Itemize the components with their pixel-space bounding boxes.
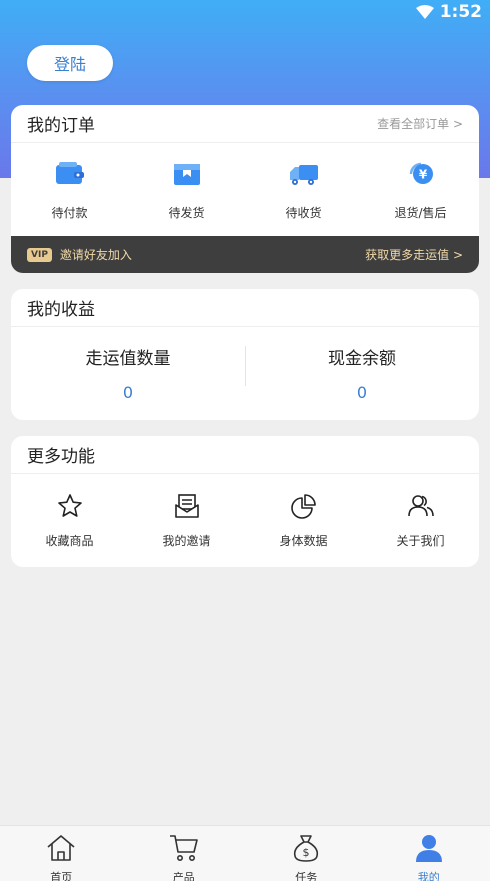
- earning-value: 0: [356, 383, 368, 402]
- earning-cash[interactable]: 现金余额 0: [245, 344, 479, 402]
- tab-label: 我的: [417, 871, 440, 881]
- tab-label: 首页: [50, 871, 73, 881]
- vip-badge: VIP: [27, 247, 52, 262]
- svg-text:$: $: [303, 846, 310, 859]
- tab-label: 任务: [295, 871, 318, 881]
- vip-invite-bar[interactable]: VIP 邀请好友加入 获取更多走运值 >: [11, 236, 479, 273]
- earnings-card: 我的收益 走运值数量 0 现金余额 0: [11, 289, 479, 420]
- pie-chart-icon: [290, 492, 318, 524]
- more-label: 我的邀请: [162, 533, 211, 548]
- earning-label: 现金余额: [328, 349, 396, 369]
- bottom-tab-bar: 首页 产品 $ 任务 我的: [0, 825, 490, 881]
- earning-points[interactable]: 走运值数量 0: [11, 344, 245, 402]
- favorites-item[interactable]: 收藏商品: [11, 492, 128, 549]
- tab-label: 产品: [172, 871, 195, 881]
- tab-tasks[interactable]: $ 任务: [245, 826, 368, 881]
- more-title: 更多功能: [27, 447, 95, 467]
- earning-value: 0: [122, 383, 134, 402]
- earning-label: 走运值数量: [85, 349, 171, 369]
- status-time: 1:52: [439, 2, 482, 22]
- orders-card: 我的订单 查看全部订单 > 待付款 待发货 待收货 ¥ 退货/售后 VIP 邀请…: [11, 105, 479, 273]
- package-icon: [171, 158, 203, 194]
- view-all-orders-link[interactable]: 查看全部订单 >: [377, 115, 463, 132]
- order-pending-shipment[interactable]: 待发货: [128, 158, 245, 221]
- person-icon: [413, 832, 445, 868]
- login-button[interactable]: 登陆: [27, 45, 113, 81]
- invitations-item[interactable]: 我的邀请: [128, 492, 245, 549]
- money-bag-icon: $: [290, 832, 322, 868]
- order-pending-receipt[interactable]: 待收货: [245, 158, 362, 221]
- tab-products[interactable]: 产品: [123, 826, 246, 881]
- order-label: 待发货: [168, 206, 205, 220]
- star-icon: [56, 492, 84, 524]
- invite-friends-text: 邀请好友加入: [59, 248, 132, 262]
- refund-icon: ¥: [405, 158, 437, 194]
- home-icon: [45, 832, 77, 868]
- invitation-icon: [173, 492, 201, 524]
- order-refund[interactable]: ¥ 退货/售后: [362, 158, 479, 221]
- users-icon: [407, 492, 435, 524]
- status-bar: 1:52: [0, 0, 490, 24]
- about-us-item[interactable]: 关于我们: [362, 492, 479, 549]
- order-label: 待收货: [285, 206, 322, 220]
- cart-icon: [168, 832, 200, 868]
- svg-text:¥: ¥: [418, 168, 427, 182]
- tab-home[interactable]: 首页: [0, 826, 123, 881]
- earnings-title: 我的收益: [27, 300, 95, 320]
- order-label: 待付款: [51, 206, 88, 220]
- more-label: 关于我们: [396, 533, 445, 548]
- orders-title: 我的订单: [27, 116, 95, 136]
- body-data-item[interactable]: 身体数据: [245, 492, 362, 549]
- get-more-link[interactable]: 获取更多走运值 >: [365, 246, 463, 263]
- order-label: 退货/售后: [394, 206, 447, 220]
- more-features-card: 更多功能 收藏商品 我的邀请 身体数据 关于我们: [11, 436, 479, 567]
- truck-icon: [288, 158, 320, 194]
- order-pending-payment[interactable]: 待付款: [11, 158, 128, 221]
- more-label: 身体数据: [279, 533, 328, 548]
- wifi-icon: [415, 5, 434, 19]
- wallet-icon: [54, 158, 86, 194]
- more-label: 收藏商品: [45, 533, 94, 548]
- tab-mine[interactable]: 我的: [368, 826, 490, 881]
